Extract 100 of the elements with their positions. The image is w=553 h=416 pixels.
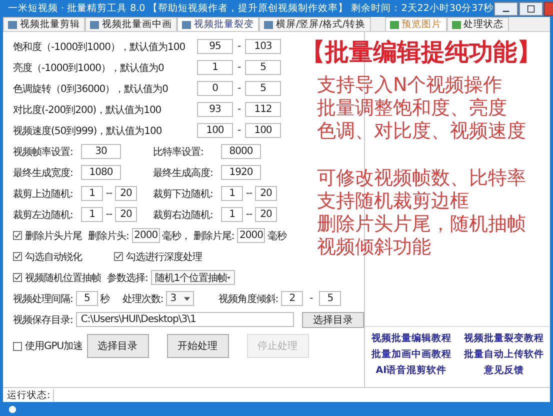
input-field[interactable]: 20 xyxy=(115,207,137,222)
setting-label: 处理次数: xyxy=(122,292,164,306)
tab[interactable]: 横屏/竖屏/格式/转换 xyxy=(259,17,371,31)
status-label: 运行状态: xyxy=(7,388,54,402)
tab[interactable]: 视频批量裂变 xyxy=(177,17,259,31)
maximize-icon xyxy=(526,4,535,12)
range-separator: -- xyxy=(104,188,114,199)
setting-label: 视频帧率设置: xyxy=(13,146,74,158)
setting-label: 最终生成高度: xyxy=(153,166,214,180)
checkbox-box[interactable] xyxy=(13,231,22,240)
input-field[interactable]: 100 xyxy=(197,123,233,138)
setting-label: 饱和度（-1000到1000），默认值为100 xyxy=(13,40,186,54)
dropdown[interactable]: 随机1个位置抽帧 xyxy=(150,270,235,285)
path-field[interactable]: C:\Users\HUI\Desktop\3\1 xyxy=(76,312,294,327)
promo-text: 删除片头片尾，随机抽帧 xyxy=(317,213,527,236)
maximize-button[interactable] xyxy=(518,2,543,16)
tutorial-link[interactable]: 批量自动上传软件 xyxy=(464,348,544,361)
setting-label: 裁剪上边随机: xyxy=(13,188,74,200)
tab[interactable]: 视频批量画中画 xyxy=(85,17,177,31)
input-field[interactable]: 30 xyxy=(81,144,121,159)
tutorial-link[interactable]: AI语音混剪软件 xyxy=(376,364,447,377)
input-field[interactable]: 20 xyxy=(115,186,137,201)
choose-folder-button[interactable]: 选择目录 xyxy=(302,312,364,328)
tab[interactable]: 视频批量剪辑 xyxy=(3,17,85,31)
setting-label: 亮度（-1000到1000），默认值为0 xyxy=(13,62,165,74)
checkbox-box[interactable] xyxy=(13,252,22,261)
checkbox[interactable]: 视频随机位置抽帧 xyxy=(13,270,101,284)
input-field[interactable]: 112 xyxy=(245,102,281,117)
input-field[interactable]: 93 xyxy=(197,102,233,117)
dropdown[interactable]: 3 xyxy=(166,291,194,306)
setting-label: 裁剪左边随机: xyxy=(13,208,74,222)
checkbox-box[interactable] xyxy=(114,252,123,261)
input-field[interactable]: 20 xyxy=(255,207,277,222)
range-separator: -- xyxy=(244,209,254,220)
unit-label: 毫秒 xyxy=(267,230,286,242)
tutorial-link[interactable]: 视频批量裂变教程 xyxy=(464,332,544,345)
input-field[interactable]: 20 xyxy=(255,186,277,201)
input-field[interactable]: 0 xyxy=(197,81,233,96)
input-field[interactable]: 2000 xyxy=(132,228,160,243)
checkbox-box[interactable] xyxy=(13,342,22,350)
tutorial-link[interactable]: 意见反馈 xyxy=(484,364,524,377)
checkbox-label: 使用GPU加速 xyxy=(25,340,83,353)
input-field[interactable]: 5 xyxy=(245,81,281,96)
checkbox[interactable]: 勾选进行深度处理 xyxy=(114,250,202,264)
caret-icon xyxy=(184,296,190,300)
tab[interactable]: 处理状态 xyxy=(446,17,509,31)
input-field[interactable]: 1080 xyxy=(81,165,121,180)
input-field[interactable]: 5 xyxy=(245,60,281,75)
app-icon xyxy=(8,404,17,414)
setting-label: 裁剪下边随机: xyxy=(153,188,214,200)
window-title: 一米短视频 · 批量精剪工具 8.0 【帮助短视频作者，提升原创视频制作效率】 剩余时间：2天22小时30分37秒 xyxy=(8,2,494,15)
range-separator: - xyxy=(236,83,242,94)
checkbox-label: 勾选进行深度处理 xyxy=(126,250,202,264)
checkbox-label: 勾选自动锐化 xyxy=(25,250,82,264)
range-separator: - xyxy=(236,62,242,73)
input-field[interactable]: 2 xyxy=(281,291,304,306)
minimize-button[interactable] xyxy=(494,2,518,16)
input-field[interactable]: 100 xyxy=(245,123,281,138)
unit-label: 秒 xyxy=(100,292,110,306)
input-field[interactable]: 1 xyxy=(81,186,103,201)
input-field[interactable]: 1 xyxy=(197,60,233,75)
checkbox-label: 删除片头片尾 xyxy=(25,230,82,242)
checkbox[interactable]: 使用GPU加速 xyxy=(13,339,83,353)
input-field[interactable]: 1920 xyxy=(221,165,261,180)
input-field[interactable]: 2000 xyxy=(237,228,266,243)
input-field[interactable]: 5 xyxy=(76,291,98,306)
range-separator: - xyxy=(236,125,242,136)
range-separator: - xyxy=(236,104,242,115)
promo-text: 批量调整饱和度、亮度 xyxy=(317,97,508,120)
tutorial-link[interactable]: 视频批量编辑教程 xyxy=(371,332,452,345)
setting-label: 视频保存目录: xyxy=(13,314,73,326)
tutorial-link[interactable]: 批量加画中画教程 xyxy=(371,348,452,361)
range-separator: -- xyxy=(104,209,114,220)
checkbox[interactable]: 勾选自动锐化 xyxy=(13,250,82,264)
setting-label: 删除片尾: xyxy=(193,230,234,242)
setting-label: 对比度(-200到200)，默认值为100 xyxy=(13,104,162,116)
action-button[interactable]: 选择目录 xyxy=(86,334,149,358)
promo-text: 视频倾斜功能 xyxy=(317,236,432,259)
action-button[interactable]: 开始处理 xyxy=(166,334,229,358)
input-field[interactable]: 5 xyxy=(319,291,342,306)
unit-label: 毫秒， xyxy=(162,230,190,242)
input-field[interactable]: 95 xyxy=(197,39,233,54)
input-field[interactable]: 1 xyxy=(221,186,243,201)
input-field[interactable]: 1 xyxy=(221,207,243,222)
input-field[interactable]: 1 xyxy=(81,207,103,222)
checkbox-box[interactable] xyxy=(13,273,22,282)
range-separator: - xyxy=(308,293,314,304)
input-field[interactable]: 103 xyxy=(245,39,281,54)
promo-heading: 【批量编辑提纯功能】 xyxy=(301,37,541,68)
setting-label: 最终生成宽度: xyxy=(13,166,74,180)
setting-label: 视频处理间隔: xyxy=(13,292,73,306)
input-field[interactable]: 8000 xyxy=(221,144,261,159)
setting-label: 裁剪右边随机: xyxy=(153,208,214,222)
setting-label: 视频速度(50到999)，默认值为100 xyxy=(13,124,163,138)
range-separator: - xyxy=(236,41,242,52)
range-separator: -- xyxy=(244,188,254,199)
setting-label: 参数选择: xyxy=(107,272,148,284)
caret-icon xyxy=(227,276,231,280)
checkbox-label: 视频随机位置抽帧 xyxy=(25,272,101,284)
checkbox[interactable]: 删除片头片尾 xyxy=(13,228,82,242)
